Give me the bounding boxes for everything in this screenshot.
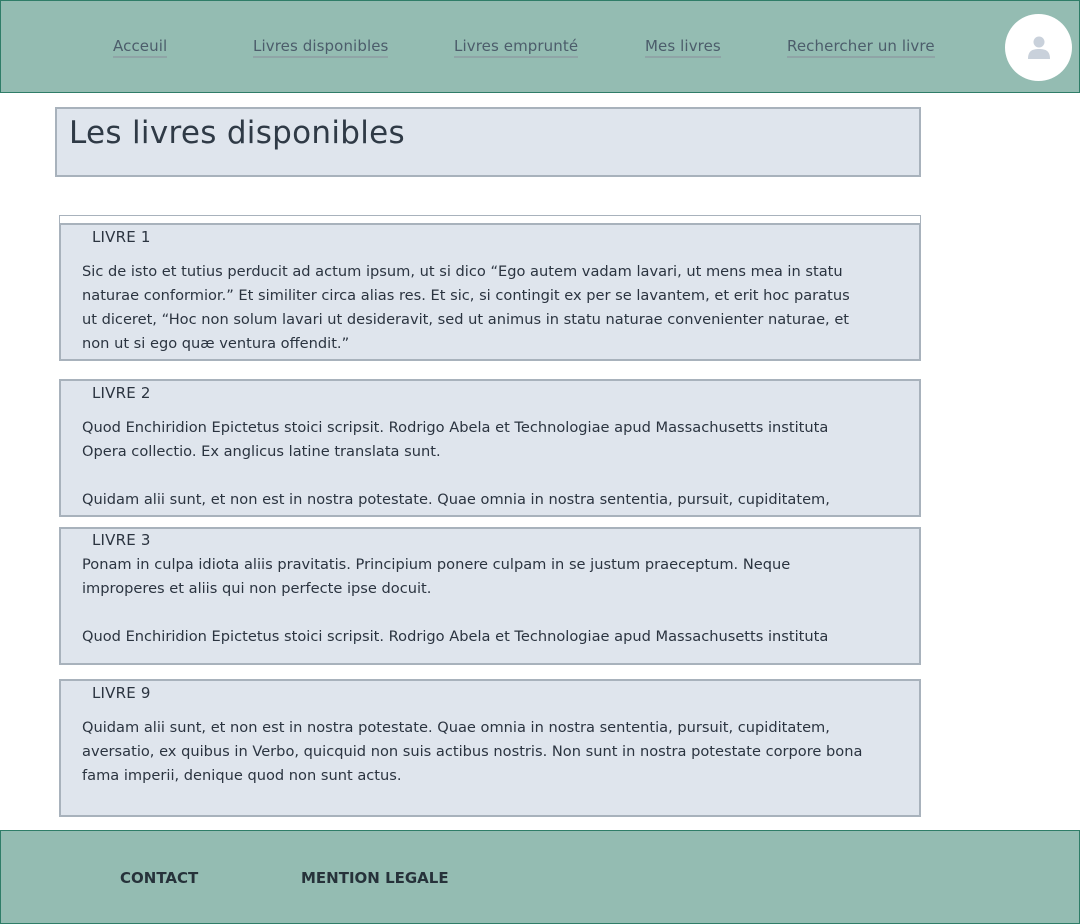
book-title: LIVRE 3 [92, 531, 151, 549]
book-text-line: fama imperii, denique quod non sunt actu… [82, 767, 402, 784]
nav-link-livres-empruntes[interactable]: Livres emprunté [454, 36, 579, 58]
book-card[interactable]: LIVRE 9 Quidam alii sunt, et non est in … [59, 679, 921, 817]
footer-contact-link[interactable]: CONTACT [120, 869, 198, 887]
book-card[interactable]: LIVRE 3 Ponam in culpa idiota aliis prav… [59, 527, 921, 665]
nav-link-livres-disponibles[interactable]: Livres disponibles [253, 36, 389, 58]
avatar-button[interactable] [1005, 14, 1072, 81]
book-text-line: non ut si ego quæ ventura offendit.” [82, 335, 350, 352]
book-card[interactable]: LIVRE 2 Quod Enchiridion Epictetus stoic… [59, 379, 921, 517]
book-title: LIVRE 2 [92, 384, 151, 402]
page-title: Les livres disponibles [69, 115, 405, 151]
book-description: Quod Enchiridion Epictetus stoici scrips… [82, 416, 912, 512]
book-title: LIVRE 1 [92, 228, 151, 246]
book-text-line: aversatio, ex quibus in Verbo, quicquid … [82, 743, 863, 760]
book-description: Sic de isto et tutius perducit ad actum … [82, 260, 912, 356]
nav-link-rechercher[interactable]: Rechercher un livre [787, 36, 935, 58]
nav-link-mes-livres[interactable]: Mes livres [645, 36, 721, 58]
book-text-line: Ponam in culpa idiota aliis pravitatis. … [82, 556, 791, 573]
book-title: LIVRE 9 [92, 684, 151, 702]
book-text-line: ut diceret, “Hoc non solum lavari ut des… [82, 311, 850, 328]
book-text-line: Quod Enchiridion Epictetus stoici scrips… [82, 419, 829, 436]
book-text-line: Quidam alii sunt, et non est in nostra p… [82, 491, 830, 508]
book-card[interactable]: LIVRE 1 Sic de isto et tutius perducit a… [59, 223, 921, 361]
book-text-line: improperes et aliis qui non perfecte ips… [82, 580, 432, 597]
book-text-line: Opera collectio. Ex anglicus latine tran… [82, 443, 441, 460]
book-description: Ponam in culpa idiota aliis pravitatis. … [82, 553, 912, 649]
footer-legal-link[interactable]: MENTION LEGALE [301, 869, 449, 887]
page-title-box: Les livres disponibles [55, 107, 921, 177]
book-text-line: Quidam alii sunt, et non est in nostra p… [82, 719, 830, 736]
book-text-line: Quod Enchiridion Epictetus stoici scrips… [82, 628, 829, 645]
site-footer: CONTACT MENTION LEGALE [0, 830, 1080, 924]
book-text-line: naturae conformior.” Et similiter circa … [82, 287, 850, 304]
book-text-line: Sic de isto et tutius perducit ad actum … [82, 263, 843, 280]
site-header: Acceuil Livres disponibles Livres emprun… [0, 0, 1080, 93]
user-icon [1028, 36, 1050, 59]
nav-link-accueil[interactable]: Acceuil [113, 36, 168, 58]
book-description: Quidam alii sunt, et non est in nostra p… [82, 716, 912, 788]
